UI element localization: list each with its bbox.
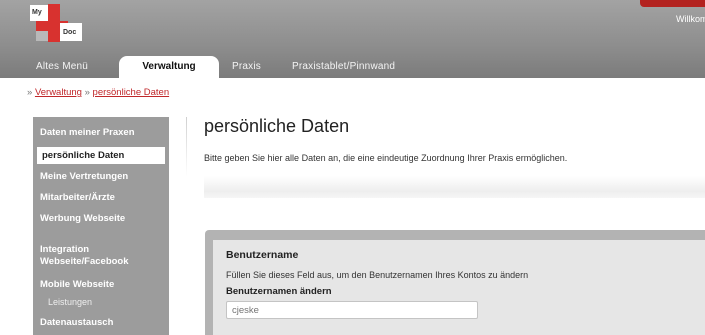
mydoc-logo[interactable]: My Doc (30, 3, 86, 45)
breadcrumb-prefix: » (27, 87, 33, 98)
sidebar-item-label: persönliche Daten (42, 150, 125, 161)
breadcrumb-separator: » (84, 87, 90, 98)
tab-praxistablet-pinnwand[interactable]: Praxistablet/Pinnwand (292, 61, 395, 72)
sidebar-item-label: Mitarbeiter/Ärzte (40, 192, 115, 203)
sidebar-item-persoenliche-daten[interactable]: persönliche Daten (37, 147, 165, 164)
username-field-label: Benutzernamen ändern (226, 286, 332, 297)
username-description: Füllen Sie dieses Feld aus, um den Benut… (226, 270, 529, 280)
breadcrumb-link-persoenliche-daten[interactable]: persönliche Daten (93, 87, 170, 98)
sidebar-item-label: Integration (40, 244, 90, 255)
sidebar-item-label: Daten meiner Praxen (40, 127, 135, 138)
breadcrumb: » Verwaltung » persönliche Daten (27, 87, 169, 98)
breadcrumb-link-verwaltung[interactable]: Verwaltung (35, 87, 82, 98)
logo-text-my: My (32, 9, 42, 16)
sidebar: Daten meiner Praxen persönliche Daten Me… (33, 117, 169, 335)
app-header: My Doc Willkom Altes Menü Verwaltung Pra… (0, 0, 705, 78)
logo-shade (36, 31, 48, 41)
sidebar-item-integration-webseite-facebook[interactable]: Integration Webseite/Facebook (33, 244, 169, 270)
page-title: persönliche Daten (204, 116, 350, 136)
tab-altes-menue[interactable]: Altes Menü (36, 61, 88, 72)
logo-text-doc: Doc (63, 29, 77, 36)
sidebar-item-label: Mobile Webseite (40, 279, 115, 290)
sidebar-item-label: Leistungen (48, 297, 93, 307)
content-divider (186, 117, 187, 177)
sidebar-item-label: Meine Vertretungen (40, 171, 129, 182)
username-heading: Benutzername (226, 249, 299, 261)
username-input[interactable] (226, 301, 478, 319)
sidebar-item-label-line2: Webseite/Facebook (40, 256, 129, 267)
sidebar-item-label: Werbung Webseite (40, 213, 126, 224)
welcome-tab (640, 0, 705, 7)
tab-verwaltung[interactable]: Verwaltung (119, 56, 219, 78)
welcome-text: Willkom (676, 14, 705, 24)
page-intro-text: Bitte geben Sie hier alle Daten an, die … (204, 153, 568, 163)
tab-praxis[interactable]: Praxis (232, 61, 261, 72)
sidebar-item-label: Datenaustausch (40, 317, 114, 328)
section-separator (204, 176, 705, 198)
